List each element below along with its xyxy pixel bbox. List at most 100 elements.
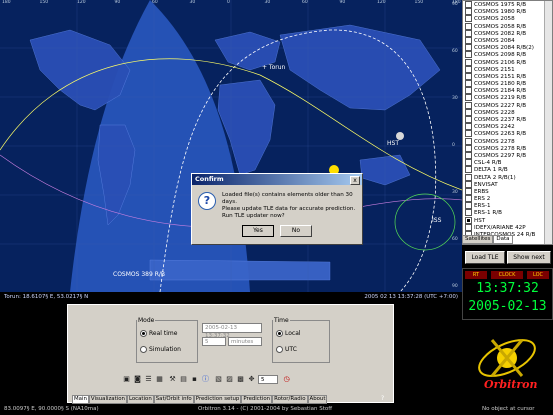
window3-icon[interactable]: ▩ — [236, 375, 245, 384]
list-item[interactable]: COSMOS 2227 R/B — [463, 101, 552, 109]
satellite-checkbox[interactable] — [465, 130, 472, 138]
satellite-checkbox[interactable] — [465, 137, 472, 145]
list-item[interactable]: COSMOS 2082 R/B — [463, 29, 552, 37]
save-icon[interactable]: ▪ — [190, 375, 199, 384]
satellite-checkbox[interactable] — [465, 36, 472, 44]
world-map[interactable]: + Torun HST ISS COSMOS 389 R/B 180 150 120… — [0, 0, 462, 292]
list-item[interactable]: COSMOS 2297 R/B — [463, 151, 552, 159]
utc-radio[interactable]: UTC — [276, 346, 297, 353]
list-item[interactable]: COSMOS 2278 R/B — [463, 144, 552, 152]
satellite-checkbox[interactable] — [465, 166, 472, 174]
show-next-button[interactable]: Show next — [507, 251, 551, 264]
satellite-checkbox[interactable] — [465, 58, 472, 66]
tab-main[interactable]: Main — [72, 395, 89, 404]
list-item[interactable]: COSMOS 2058 — [463, 15, 552, 23]
clock-header-clock[interactable]: CLOCK — [491, 271, 523, 279]
list-item[interactable]: COSMOS 2180 R/B — [463, 80, 552, 88]
satellite-checkbox[interactable] — [465, 180, 472, 188]
step-unit-select[interactable]: minutes — [228, 337, 262, 346]
satellite-checkbox[interactable] — [465, 144, 472, 152]
tools-icon[interactable]: ⚒ — [168, 375, 177, 384]
tab-location[interactable]: Location — [126, 395, 154, 404]
list-item[interactable]: ERS-1 R/B — [463, 209, 552, 217]
satellite-checkbox[interactable] — [465, 29, 472, 37]
simulation-radio[interactable]: Simulation — [140, 346, 181, 353]
satellite-checkbox[interactable] — [465, 8, 472, 16]
satellite-checkbox[interactable] — [465, 65, 472, 73]
radar-icon[interactable]: ◙ — [133, 375, 142, 384]
tab-about[interactable]: About — [307, 395, 328, 404]
list-item[interactable]: DELTA 2 R/B(1) — [463, 173, 552, 181]
tab-prediction[interactable]: Prediction — [241, 395, 273, 404]
tab-rotor-radio[interactable]: Rotor/Radio — [272, 395, 308, 404]
satellite-checkbox[interactable] — [465, 72, 472, 80]
clock-header-loc[interactable]: LOC — [527, 271, 549, 279]
list-item[interactable]: COSMOS 1975 R/B — [463, 1, 552, 8]
satellite-checkbox[interactable] — [465, 22, 472, 30]
window2-icon[interactable]: ▨ — [225, 375, 234, 384]
satellite-checkbox[interactable] — [465, 195, 472, 203]
local-radio[interactable]: Local — [276, 330, 301, 337]
datetime-field[interactable]: 2005-02-13 13:37:32 — [202, 323, 262, 339]
satellite-checkbox[interactable] — [465, 216, 472, 224]
label-cosmos[interactable]: COSMOS 389 R/B — [113, 271, 165, 278]
tab-prediction-setup[interactable]: Prediction setup — [193, 395, 242, 404]
satellite-checkbox[interactable] — [465, 80, 472, 88]
satellite-checkbox[interactable] — [465, 159, 472, 167]
tab-data[interactable]: Data — [493, 235, 513, 244]
real-time-radio[interactable]: Real time — [140, 330, 177, 337]
list-item[interactable]: COSMOS 2098 R/B — [463, 51, 552, 59]
satellite-checkbox[interactable] — [465, 15, 472, 23]
fullscreen-icon[interactable]: ✥ — [247, 375, 256, 384]
satellite-checkbox[interactable] — [465, 123, 472, 131]
step-value-field[interactable]: 5 — [202, 337, 226, 346]
list-item[interactable]: COSMOS 2084 — [463, 36, 552, 44]
help-button[interactable]: ? — [381, 395, 384, 402]
list-item[interactable]: COSMOS 2219 R/B — [463, 94, 552, 102]
satellite-checkbox[interactable] — [465, 209, 472, 217]
list-scrollbar[interactable] — [544, 1, 552, 244]
satellite-list[interactable]: COSMOS 1975 R/B COSMOS 1980 R/B COSMOS 205… — [462, 0, 553, 245]
list-item[interactable]: COSMOS 2151 — [463, 65, 552, 73]
satellite-checkbox[interactable] — [465, 51, 472, 59]
toolbar-select[interactable]: 5 — [258, 375, 278, 384]
satellite-checkbox[interactable] — [465, 94, 472, 102]
label-hst[interactable]: HST — [387, 140, 399, 147]
yes-button[interactable]: Yes — [242, 225, 274, 237]
tab-satellites[interactable]: Satellites — [462, 235, 494, 244]
load-tle-button[interactable]: Load TLE — [465, 251, 505, 264]
list-item[interactable]: IDEFX/ARIANE 42P — [463, 223, 552, 231]
list-item[interactable]: COSMOS 1980 R/B — [463, 8, 552, 16]
list-item[interactable]: ERBS — [463, 187, 552, 195]
list-item[interactable]: HST — [463, 216, 552, 224]
satellite-checkbox[interactable] — [465, 116, 472, 123]
list-icon[interactable]: ☰ — [144, 375, 153, 384]
clock-header-rt[interactable]: RT — [465, 271, 487, 279]
info-icon[interactable]: ⓘ — [201, 375, 210, 384]
list-item[interactable]: ERS 2 — [463, 195, 552, 203]
satellite-checkbox[interactable] — [465, 202, 472, 210]
tab-visualization[interactable]: Visualization — [88, 395, 127, 404]
list-item[interactable]: COSMOS 2184 R/B — [463, 87, 552, 95]
close-icon[interactable]: x — [350, 176, 360, 185]
list-item[interactable]: DELTA 1 R/B — [463, 166, 552, 174]
list-item[interactable]: COSMOS 2242 — [463, 123, 552, 131]
satellite-checkbox[interactable] — [465, 1, 472, 8]
list-item[interactable]: ENVISAT — [463, 180, 552, 188]
clock-icon[interactable]: ◷ — [282, 375, 291, 384]
list-item[interactable]: COSMOS 2237 R/B — [463, 116, 552, 123]
list-item[interactable]: COSMOS 2151 R/B — [463, 72, 552, 80]
list-item[interactable]: ERS-1 — [463, 202, 552, 210]
no-button[interactable]: No — [280, 225, 312, 237]
satellite-checkbox[interactable] — [465, 173, 472, 181]
folder-icon[interactable]: ▤ — [179, 375, 188, 384]
satellite-checkbox[interactable] — [465, 44, 472, 52]
list-item[interactable]: COSMOS 2278 — [463, 137, 552, 145]
satellite-checkbox[interactable] — [465, 187, 472, 195]
satellite-checkbox[interactable] — [465, 151, 472, 159]
satellite-checkbox[interactable] — [465, 223, 472, 231]
list-item[interactable]: CSL-4 R/B — [463, 159, 552, 167]
window-icon[interactable]: ▧ — [214, 375, 223, 384]
list-item[interactable]: COSMOS 2084 R/B(2) — [463, 44, 552, 52]
list-item[interactable]: COSMOS 2106 R/B — [463, 58, 552, 66]
